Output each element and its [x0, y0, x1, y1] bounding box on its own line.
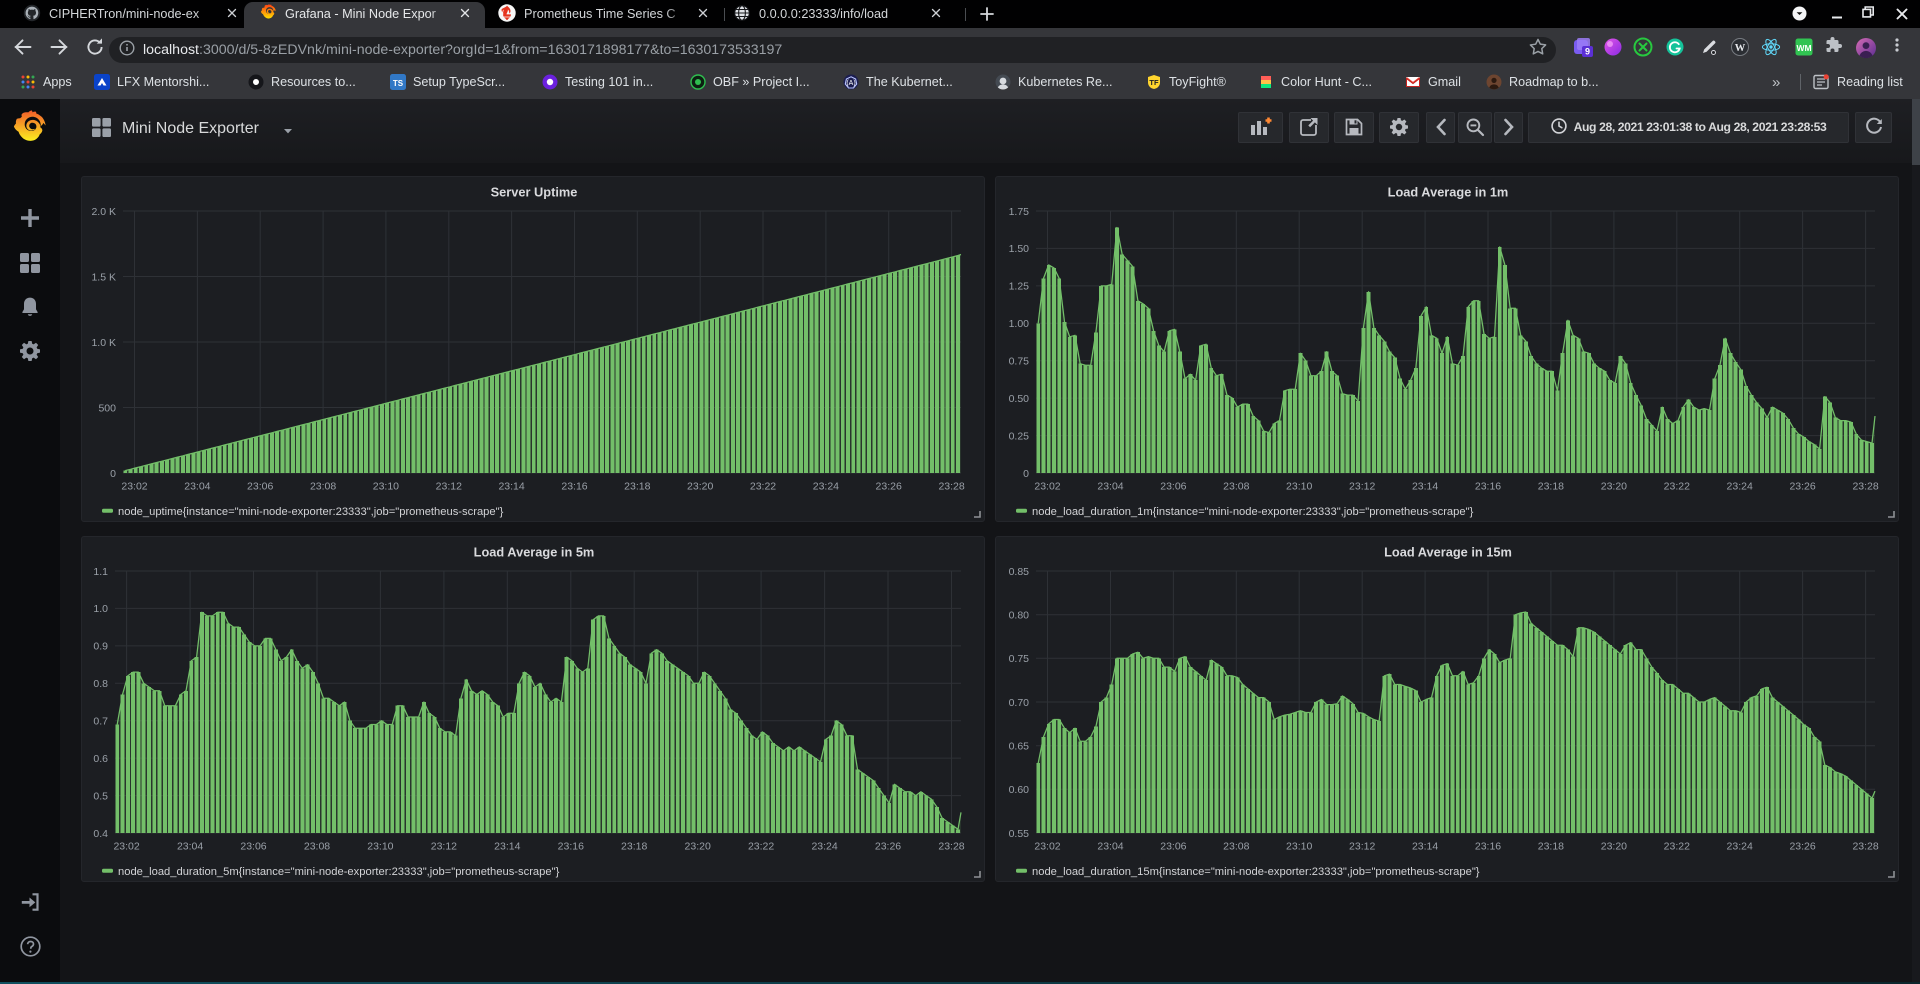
svg-text:2.0 K: 2.0 K	[91, 206, 116, 218]
svg-text:0.65: 0.65	[1009, 741, 1030, 753]
svg-text:1.0: 1.0	[93, 603, 108, 615]
svg-text:1.1: 1.1	[93, 566, 108, 578]
svg-text:0.6: 0.6	[93, 753, 108, 765]
svg-text:23:28: 23:28	[1852, 841, 1878, 853]
svg-text:0.50: 0.50	[1009, 393, 1030, 405]
svg-text:23:12: 23:12	[436, 481, 462, 493]
svg-text:0.5: 0.5	[93, 790, 108, 802]
svg-text:23:10: 23:10	[367, 841, 393, 853]
svg-text:23:28: 23:28	[938, 481, 964, 493]
svg-text:23:16: 23:16	[1475, 841, 1501, 853]
svg-text:23:18: 23:18	[624, 481, 650, 493]
svg-text:Load Average in 1m: Load Average in 1m	[1388, 185, 1509, 200]
svg-text:23:26: 23:26	[1789, 841, 1815, 853]
svg-text:23:08: 23:08	[310, 481, 336, 493]
svg-text:0.75: 0.75	[1009, 356, 1030, 368]
svg-text:23:26: 23:26	[875, 841, 901, 853]
svg-text:1.50: 1.50	[1009, 243, 1030, 255]
svg-text:23:02: 23:02	[121, 481, 147, 493]
svg-text:WM: WM	[1796, 43, 1811, 53]
svg-text:23:14: 23:14	[498, 481, 524, 493]
svg-text:23:14: 23:14	[494, 841, 520, 853]
svg-text:23:28: 23:28	[938, 841, 964, 853]
svg-text:23:06: 23:06	[1160, 841, 1186, 853]
svg-text:0.70: 0.70	[1009, 697, 1030, 709]
svg-text:23:24: 23:24	[811, 841, 837, 853]
svg-text:0.55: 0.55	[1009, 828, 1030, 840]
svg-text:23:16: 23:16	[561, 481, 587, 493]
svg-text:23:08: 23:08	[1223, 481, 1249, 493]
svg-text:0.80: 0.80	[1009, 610, 1030, 622]
svg-text:23:20: 23:20	[1601, 841, 1627, 853]
svg-text:Server Uptime: Server Uptime	[491, 185, 578, 200]
svg-text:TS: TS	[393, 79, 404, 88]
svg-text:23:22: 23:22	[750, 481, 776, 493]
svg-text:23:28: 23:28	[1852, 481, 1878, 493]
svg-text:23:04: 23:04	[177, 841, 203, 853]
svg-text:W: W	[1735, 43, 1746, 54]
svg-text:23:22: 23:22	[1664, 481, 1690, 493]
svg-text:23:08: 23:08	[1223, 841, 1249, 853]
svg-text:500: 500	[98, 402, 116, 414]
svg-text:23:04: 23:04	[1097, 481, 1123, 493]
svg-text:23:22: 23:22	[1664, 841, 1690, 853]
svg-text:0: 0	[110, 468, 116, 480]
svg-text:1.25: 1.25	[1009, 281, 1030, 293]
svg-text:23:04: 23:04	[1097, 841, 1123, 853]
svg-text:1.0 K: 1.0 K	[91, 337, 116, 349]
svg-text:23:14: 23:14	[1412, 841, 1438, 853]
svg-text:23:02: 23:02	[1034, 841, 1060, 853]
svg-text:23:18: 23:18	[621, 841, 647, 853]
svg-text:0.9: 0.9	[93, 641, 108, 653]
svg-text:0: 0	[1023, 468, 1029, 480]
svg-text:23:20: 23:20	[685, 841, 711, 853]
svg-text:23:26: 23:26	[1789, 481, 1815, 493]
svg-text:23:12: 23:12	[431, 841, 457, 853]
svg-text:23:10: 23:10	[373, 481, 399, 493]
svg-text:23:20: 23:20	[1601, 481, 1627, 493]
svg-text:0.85: 0.85	[1009, 566, 1030, 578]
svg-text:23:18: 23:18	[1538, 841, 1564, 853]
svg-text:23:02: 23:02	[113, 841, 139, 853]
svg-text:23:26: 23:26	[876, 481, 902, 493]
svg-text:Load Average in 15m: Load Average in 15m	[1384, 545, 1512, 560]
svg-text:23:24: 23:24	[1727, 481, 1753, 493]
svg-text:23:20: 23:20	[687, 481, 713, 493]
svg-text:1.00: 1.00	[1009, 318, 1030, 330]
svg-text:0.75: 0.75	[1009, 653, 1030, 665]
svg-text:23:12: 23:12	[1349, 841, 1375, 853]
svg-text:23:24: 23:24	[813, 481, 839, 493]
svg-text:9: 9	[1585, 47, 1590, 57]
svg-text:23:06: 23:06	[240, 841, 266, 853]
svg-text:TF: TF	[1149, 78, 1159, 87]
svg-text:23:22: 23:22	[748, 841, 774, 853]
svg-text:Load Average in 5m: Load Average in 5m	[474, 545, 595, 560]
svg-text:23:18: 23:18	[1538, 481, 1564, 493]
svg-text:node_load_duration_1m{instance: node_load_duration_1m{instance="mini-nod…	[1032, 506, 1474, 518]
svg-text:23:14: 23:14	[1412, 481, 1438, 493]
svg-text:23:04: 23:04	[184, 481, 210, 493]
svg-text:0.25: 0.25	[1009, 430, 1030, 442]
svg-text:0.60: 0.60	[1009, 784, 1030, 796]
svg-text:23:16: 23:16	[1475, 481, 1501, 493]
svg-text:1.75: 1.75	[1009, 206, 1030, 218]
svg-text:0.8: 0.8	[93, 678, 108, 690]
svg-text:0.4: 0.4	[93, 828, 108, 840]
svg-text:node_load_duration_5m{instance: node_load_duration_5m{instance="mini-nod…	[118, 866, 560, 878]
svg-text:23:24: 23:24	[1727, 841, 1753, 853]
svg-text:23:10: 23:10	[1286, 841, 1312, 853]
svg-text:23:08: 23:08	[304, 841, 330, 853]
svg-text:node_load_duration_15m{instanc: node_load_duration_15m{instance="mini-no…	[1032, 866, 1480, 878]
svg-text:23:06: 23:06	[1160, 481, 1186, 493]
svg-text:1.5 K: 1.5 K	[91, 271, 116, 283]
svg-text:0.7: 0.7	[93, 716, 108, 728]
svg-text:(A): (A)	[846, 80, 855, 87]
svg-text:23:12: 23:12	[1349, 481, 1375, 493]
svg-text:23:16: 23:16	[558, 841, 584, 853]
svg-text:23:02: 23:02	[1034, 481, 1060, 493]
svg-text:23:06: 23:06	[247, 481, 273, 493]
svg-text:23:10: 23:10	[1286, 481, 1312, 493]
svg-text:node_uptime{instance="mini-nod: node_uptime{instance="mini-node-exporter…	[118, 506, 504, 518]
